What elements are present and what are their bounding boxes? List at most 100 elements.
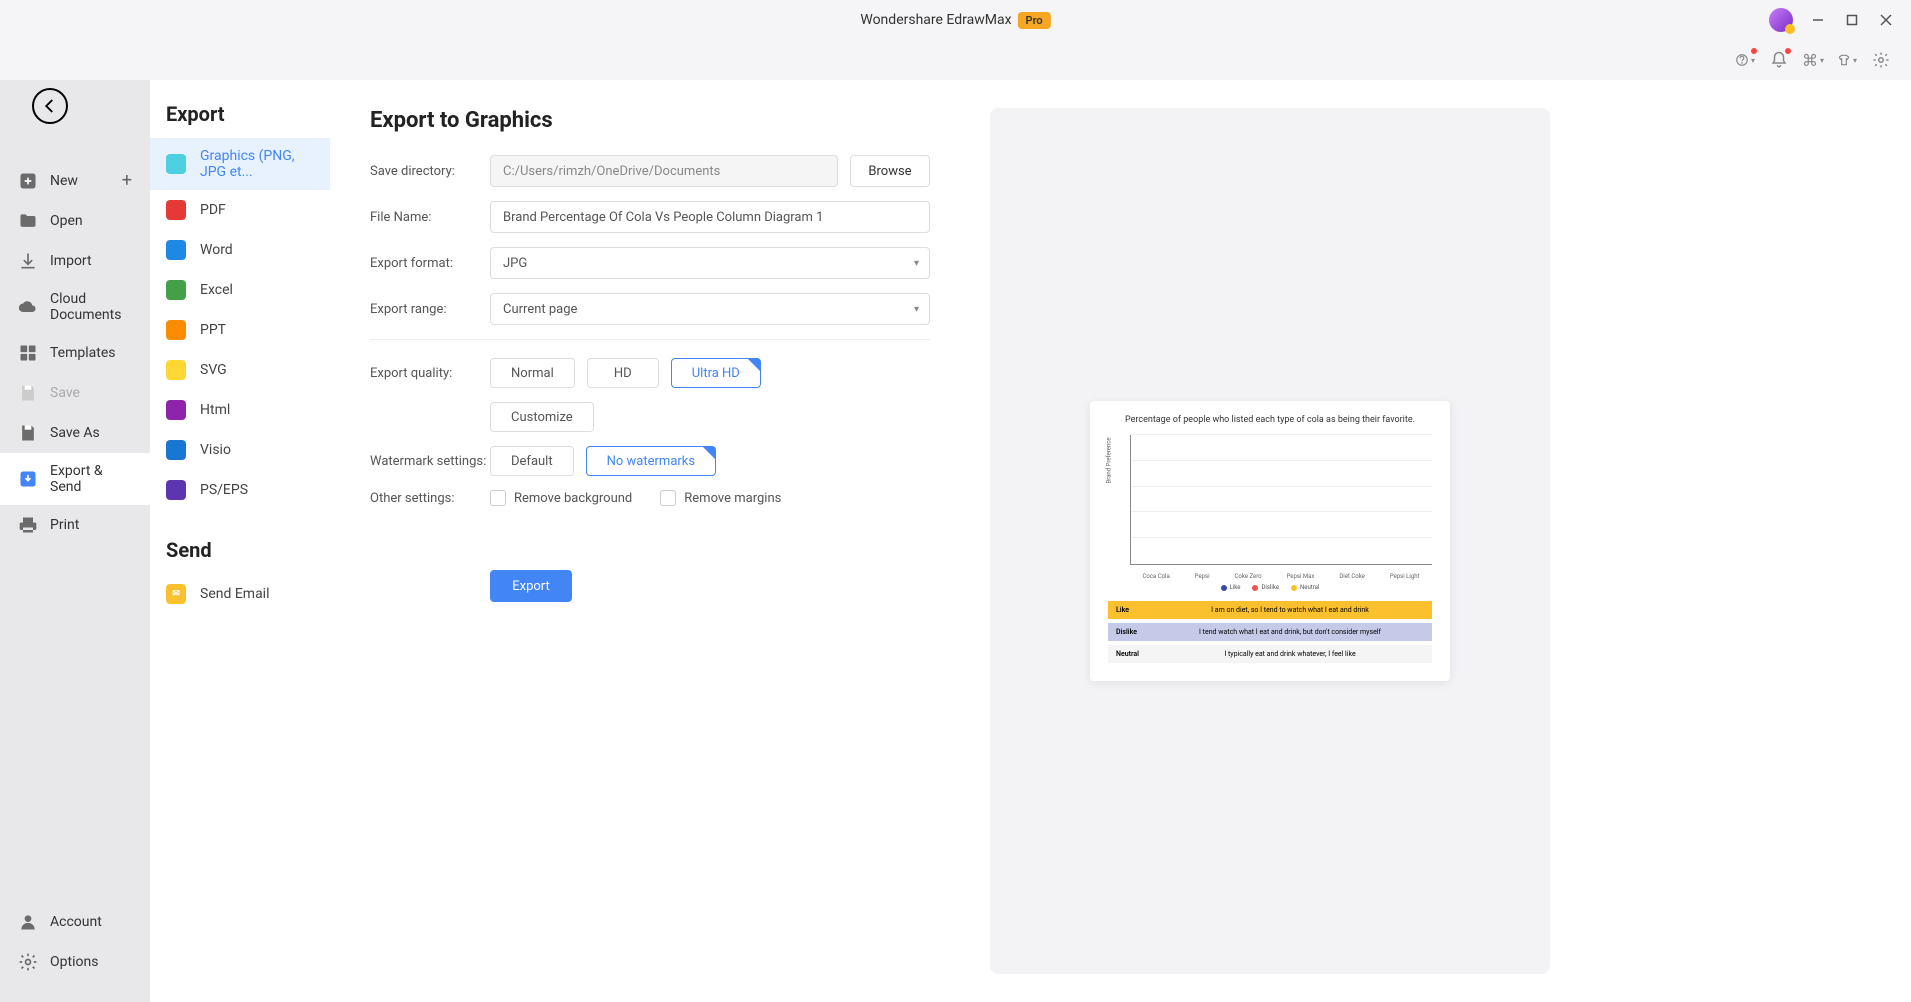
format-label: Graphics (PNG, JPG et... [200,148,314,180]
save-as-icon [18,423,38,443]
sidebar-item-save[interactable]: Save [0,373,150,413]
sidebar-item-account[interactable]: Account [0,902,150,942]
titlebar: Wondershare EdrawMax Pro [0,0,1911,40]
mail-icon: ✉ [166,584,186,604]
close-button[interactable] [1877,11,1895,29]
quality-hd[interactable]: HD [587,358,659,388]
info-row: NeutralI typically eat and drink whateve… [1108,645,1432,663]
sidebar-item-label: Save As [50,425,100,441]
sidebar-item-label: Import [50,253,92,269]
gear-icon[interactable] [1871,50,1891,70]
info-row: DislikeI tend watch what I eat and drink… [1108,623,1432,641]
filename-input[interactable] [490,201,930,233]
print-icon [18,515,38,535]
export-format-svg[interactable]: SVG [150,350,330,390]
save-dir-input[interactable] [490,155,838,187]
chart: Brand Preference [1130,435,1432,565]
sidebar-item-save-as[interactable]: Save As [0,413,150,453]
export-format-word[interactable]: Word [150,230,330,270]
sidebar-item-cloud-documents[interactable]: Cloud Documents [0,281,150,333]
export-format-graphics[interactable]: Graphics (PNG, JPG et... [150,138,330,190]
other-label: Other settings: [370,491,490,506]
x-tick-label: Diet Coke [1339,573,1365,580]
sidebar-item-print[interactable]: Print [0,505,150,545]
legend-item: Dislike [1252,584,1279,591]
format-icon [166,440,186,460]
folder-icon [18,211,38,231]
sidebar-item-label: Open [50,213,83,229]
sidebar-item-templates[interactable]: Templates [0,333,150,373]
format-label: SVG [200,362,227,378]
sidebar-item-export-send[interactable]: Export & Send [0,453,150,505]
remove-bg-checkbox[interactable]: Remove background [490,490,632,506]
quality-ultrahd[interactable]: Ultra HD [671,358,761,388]
export-heading: Export [150,98,330,138]
sidebar-item-label: New [50,173,78,189]
format-label: PS/EPS [200,482,248,498]
cloud-icon [18,297,38,317]
watermark-default[interactable]: Default [490,446,574,476]
range-select[interactable]: Current page [490,293,930,325]
format-icon [166,240,186,260]
info-row: LikeI am on diet, so I tend to watch wha… [1108,601,1432,619]
back-button[interactable] [32,88,68,124]
export-format-excel[interactable]: Excel [150,270,330,310]
shortcuts-icon[interactable]: ⌘▾ [1803,50,1823,70]
format-select[interactable]: JPG [490,247,930,279]
sidebar-item-label: Account [50,914,102,930]
x-tick-label: Pepsi Light [1390,573,1420,580]
send-label: Send Email [200,586,270,602]
plus-icon[interactable]: + [122,170,132,191]
watermark-none[interactable]: No watermarks [586,446,716,476]
format-label: Word [200,242,233,258]
export-button[interactable]: Export [490,570,572,602]
app-title: Wondershare EdrawMax [860,12,1011,28]
sidebar-item-label: Cloud Documents [50,291,132,323]
download-icon [18,251,38,271]
x-tick-label: Coca Cola [1142,573,1169,580]
format-icon [166,200,186,220]
format-label: PPT [200,322,226,338]
format-icon [166,280,186,300]
avatar[interactable] [1769,8,1793,32]
sidebar-item-open[interactable]: Open [0,201,150,241]
sidebar-secondary: Export Graphics (PNG, JPG et... PDF Word Ex… [150,80,330,1002]
export-format-pseps[interactable]: PS/EPS [150,470,330,510]
export-format-visio[interactable]: Visio [150,430,330,470]
format-icon [166,360,186,380]
sidebar-item-options[interactable]: Options [0,942,150,982]
chart-ylabel: Brand Preference [1106,437,1113,483]
sidebar-item-label: Print [50,517,79,533]
format-icon [166,480,186,500]
customize-button[interactable]: Customize [490,402,594,432]
send-email[interactable]: ✉ Send Email [150,574,330,614]
quality-normal[interactable]: Normal [490,358,575,388]
export-format-ppt[interactable]: PPT [150,310,330,350]
bell-icon[interactable] [1769,50,1789,70]
format-label: Export format: [370,256,490,271]
sidebar-item-import[interactable]: Import [0,241,150,281]
maximize-button[interactable] [1843,11,1861,29]
sidebar-item-new[interactable]: New + [0,160,150,201]
export-format-pdf[interactable]: PDF [150,190,330,230]
watermark-label: Watermark settings: [370,454,490,469]
send-heading: Send [150,534,330,574]
remove-margins-checkbox[interactable]: Remove margins [660,490,781,506]
plus-square-icon [18,171,38,191]
format-icon [166,400,186,420]
export-format-html[interactable]: Html [150,390,330,430]
browse-button[interactable]: Browse [850,155,930,187]
format-label: PDF [200,202,226,218]
minimize-button[interactable] [1809,11,1827,29]
format-icon [166,154,186,174]
page-title: Export to Graphics [370,108,930,133]
preview-card: Percentage of people who listed each typ… [1090,401,1450,681]
shirt-icon[interactable]: ▾ [1837,50,1857,70]
chart-title: Percentage of people who listed each typ… [1108,415,1432,425]
help-icon[interactable]: ▾ [1735,50,1755,70]
content: Export to Graphics Save directory: Brows… [330,80,1911,1002]
format-label: Visio [200,442,231,458]
pro-badge: Pro [1018,12,1051,29]
x-tick-label: Pepsi Max [1287,573,1315,580]
preview-panel: Percentage of people who listed each typ… [990,108,1550,974]
